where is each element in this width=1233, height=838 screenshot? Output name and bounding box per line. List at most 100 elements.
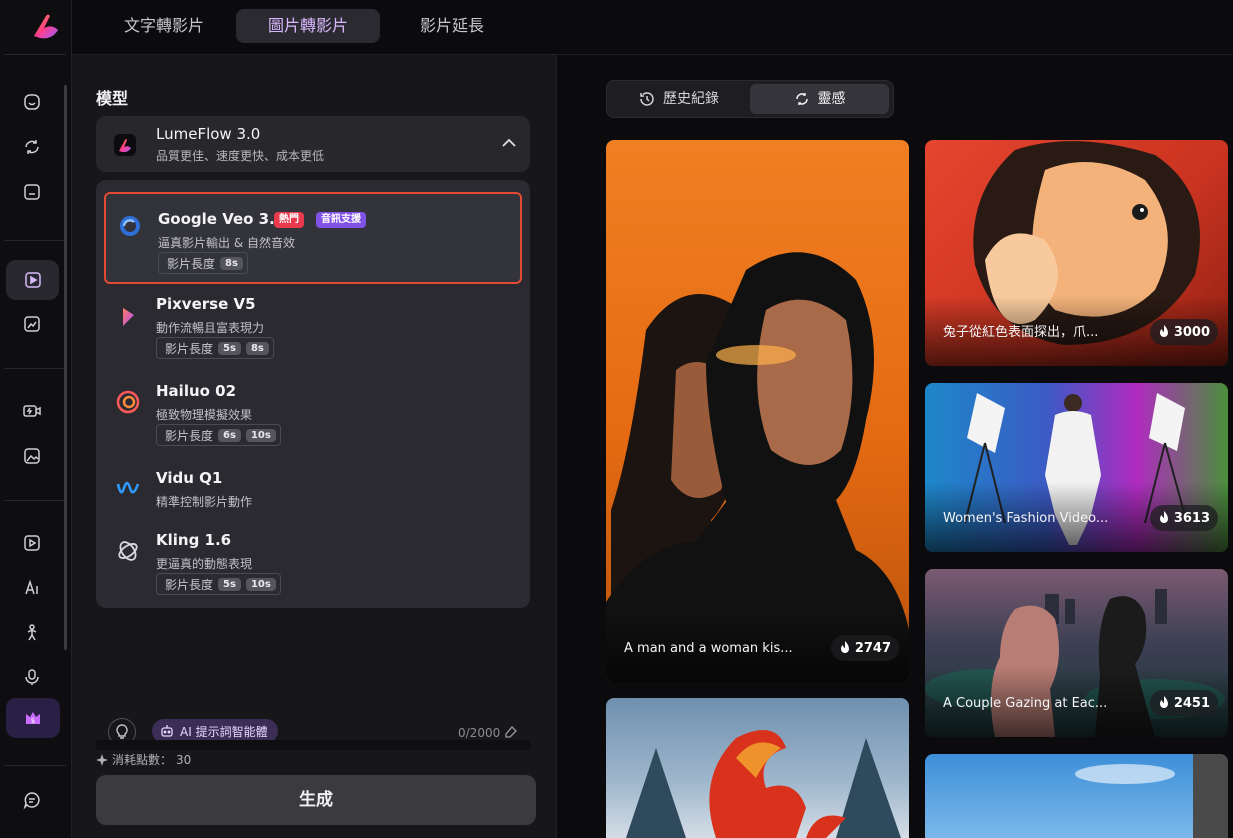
eraser-icon[interactable] xyxy=(504,724,518,738)
tab-image-to-video[interactable]: 圖片轉影片 xyxy=(236,9,380,43)
settings-panel: 模型 LumeFlow 3.0 品質更佳、速度更快、成本更低 Google Ve… xyxy=(72,55,557,838)
likes-badge: 3000 xyxy=(1149,319,1218,345)
top-tab-bar: 文字轉影片 圖片轉影片 影片延長 xyxy=(72,0,1233,55)
cost-value: 30 xyxy=(176,752,192,767)
likes-badge: 3613 xyxy=(1149,505,1218,531)
play-edit-icon[interactable] xyxy=(11,526,53,560)
tab-inspiration-label: 靈感 xyxy=(817,91,846,107)
model-option-desc: 更逼真的動態表現 xyxy=(156,557,253,571)
model-option-name: Kling 1.6 xyxy=(156,531,232,549)
gallery-card[interactable]: 兔子從紅色表面探出，爪... 3000 xyxy=(925,140,1228,366)
flame-icon xyxy=(1159,325,1168,337)
generate-button[interactable]: 生成 xyxy=(96,775,536,825)
card-caption: A man and a woman kis... xyxy=(624,641,793,656)
tab-history-label: 歷史紀錄 xyxy=(663,91,719,107)
gallery-card[interactable]: A Couple Gazing at Eac... 2451 xyxy=(925,569,1228,737)
selected-model-desc: 品質更佳、速度更快、成本更低 xyxy=(156,149,325,163)
vidu-icon xyxy=(116,481,140,494)
likes-count: 3000 xyxy=(1173,324,1210,340)
duration-label: 影片長度 xyxy=(165,341,214,356)
duration-chip: 8s xyxy=(220,256,243,270)
likes-badge: 2451 xyxy=(1149,690,1218,716)
gallery-card[interactable]: Women's Fashion Video... 3613 xyxy=(925,383,1228,552)
image-magic-icon[interactable] xyxy=(11,439,53,473)
model-selector[interactable]: LumeFlow 3.0 品質更佳、速度更快、成本更低 xyxy=(96,116,530,172)
audio-support-badge: 音訊支援 xyxy=(316,212,366,228)
card-caption: Women's Fashion Video... xyxy=(943,511,1109,526)
card-thumbnail xyxy=(626,730,901,838)
video-flash-icon[interactable] xyxy=(11,394,53,428)
model-option-desc: 極致物理模擬效果 xyxy=(156,408,253,422)
home-icon[interactable] xyxy=(11,85,53,119)
model-option-name: Vidu Q1 xyxy=(156,469,223,487)
duration-chip: 6s xyxy=(218,428,241,442)
inspiration-icon xyxy=(795,93,808,105)
duration-label: 影片長度 xyxy=(165,428,214,443)
likes-count: 2451 xyxy=(1173,695,1210,711)
kling-icon xyxy=(118,541,138,561)
model-option-hailuo[interactable]: Hailuo 02 極致物理模擬效果 影片長度 6s 10s xyxy=(104,372,522,458)
likes-count: 2747 xyxy=(854,640,891,656)
model-option-google-veo[interactable]: Google Veo 3.1 熱門 音訊支援 逼真影片輸出 & 自然音效 影片長… xyxy=(104,192,522,284)
flame-icon xyxy=(1159,696,1168,708)
upgrade-crown-icon[interactable]: $ xyxy=(6,698,60,738)
robot-icon xyxy=(161,725,173,737)
tab-text-to-video[interactable]: 文字轉影片 xyxy=(102,9,226,43)
image-edit-icon[interactable] xyxy=(11,307,53,341)
model-option-name: Hailuo 02 xyxy=(156,382,237,400)
duration-tag: 影片長度 8s xyxy=(158,252,248,274)
ai-text-icon[interactable] xyxy=(11,571,53,605)
hot-badge: 熱門 xyxy=(274,212,304,228)
duration-label: 影片長度 xyxy=(167,256,216,271)
model-option-pixverse[interactable]: Pixverse V5 動作流暢且富表現力 影片長度 5s 8s xyxy=(104,285,522,371)
ai-video-icon[interactable] xyxy=(6,260,59,300)
duration-tag: 影片長度 5s 8s xyxy=(156,337,274,359)
gallery-card[interactable] xyxy=(925,754,1228,838)
card-thumbnail xyxy=(1075,754,1228,838)
dance-icon[interactable] xyxy=(11,616,53,650)
panel-divider xyxy=(96,740,530,750)
pixverse-icon xyxy=(123,308,134,326)
refresh-icon[interactable] xyxy=(11,130,53,164)
model-option-desc: 精準控制影片動作 xyxy=(156,495,253,509)
history-icon xyxy=(640,92,654,106)
svg-text:$: $ xyxy=(31,717,35,725)
lumeflow-icon xyxy=(114,134,136,156)
model-option-desc: 逼真影片輸出 & 自然音效 xyxy=(158,236,295,250)
model-option-name: Pixverse V5 xyxy=(156,295,256,313)
model-section-title: 模型 xyxy=(96,89,129,108)
hailuo-icon xyxy=(116,390,140,414)
prompt-toolbar: AI 提示詞智能體 0/2000 xyxy=(96,712,530,746)
tab-history[interactable]: 歷史紀錄 xyxy=(611,84,747,114)
model-option-vidu[interactable]: Vidu Q1 精準控制影片動作 xyxy=(104,459,522,519)
folder-icon[interactable] xyxy=(11,175,53,209)
gallery-segment-control: 歷史紀錄 靈感 xyxy=(606,80,894,118)
flame-icon xyxy=(1159,511,1168,523)
likes-badge: 2747 xyxy=(830,635,899,661)
model-option-name: Google Veo 3.1 xyxy=(158,210,286,228)
gallery-card[interactable]: A man and a woman kis... 2747 xyxy=(606,140,909,682)
card-caption: A Couple Gazing at Eac... xyxy=(943,696,1108,711)
chevron-up-icon[interactable] xyxy=(500,134,518,152)
chat-icon[interactable] xyxy=(11,783,53,817)
card-caption: 兔子從紅色表面探出，爪... xyxy=(943,325,1099,340)
cost-indicator: 消耗點數： 30 xyxy=(96,751,191,768)
duration-chip: 5s xyxy=(218,341,241,355)
sparkle-icon xyxy=(96,753,108,766)
gallery-card[interactable] xyxy=(606,698,909,838)
voice-icon[interactable] xyxy=(11,660,53,694)
duration-chip: 10s xyxy=(245,428,276,442)
cost-label: 消耗點數： xyxy=(112,753,173,767)
likes-count: 3613 xyxy=(1173,510,1210,526)
sidebar-scrollbar[interactable] xyxy=(64,85,67,650)
tab-video-extend[interactable]: 影片延長 xyxy=(390,9,514,43)
tab-inspiration[interactable]: 靈感 xyxy=(750,84,889,114)
model-option-desc: 動作流暢且富表現力 xyxy=(156,321,265,335)
flame-icon xyxy=(840,641,849,653)
duration-tag: 影片長度 5s 10s xyxy=(156,573,281,595)
model-option-kling[interactable]: Kling 1.6 更逼真的動態表現 影片長度 5s 10s xyxy=(104,521,522,603)
sidebar: $ xyxy=(0,0,72,838)
duration-label: 影片長度 xyxy=(165,577,214,592)
app-logo-icon[interactable] xyxy=(30,10,62,42)
selected-model-name: LumeFlow 3.0 xyxy=(156,125,261,143)
